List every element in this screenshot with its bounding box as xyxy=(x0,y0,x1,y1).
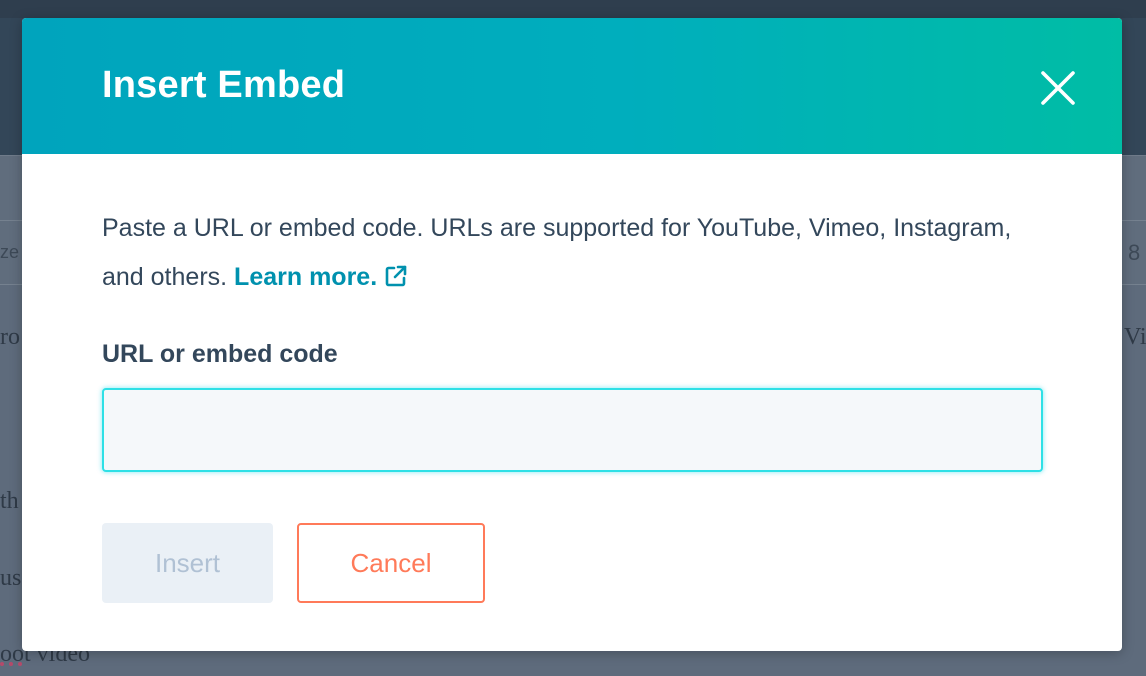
background-text-fragment: ro xyxy=(0,324,20,350)
url-or-embed-code-input[interactable] xyxy=(102,388,1043,472)
spellcheck-underline xyxy=(0,662,22,666)
url-field-label: URL or embed code xyxy=(102,340,338,368)
background-text-fragment: ze xyxy=(0,242,20,262)
learn-more-link[interactable]: Learn more. xyxy=(234,263,407,291)
background-text-fragment: th xyxy=(0,488,19,514)
insert-embed-dialog: Insert Embed Paste a URL or embed code. … xyxy=(22,18,1122,651)
insert-button[interactable]: Insert xyxy=(102,523,273,603)
insert-button-label: Insert xyxy=(154,547,221,578)
dialog-title: Insert Embed xyxy=(102,64,346,106)
dialog-header: Insert Embed xyxy=(22,18,1122,154)
background-text-fragment: 8 xyxy=(1128,240,1141,265)
background-top-strip xyxy=(0,0,1146,18)
background-text-fragment: us xyxy=(0,565,22,591)
close-button[interactable] xyxy=(1034,64,1082,112)
background-text-fragment: Vi xyxy=(1124,324,1146,350)
close-icon xyxy=(1041,71,1075,105)
cancel-button[interactable]: Cancel xyxy=(297,523,485,603)
dialog-description: Paste a URL or embed code. URLs are supp… xyxy=(102,204,1022,302)
cancel-button-label: Cancel xyxy=(350,547,432,578)
learn-more-label: Learn more. xyxy=(234,263,378,291)
external-link-icon xyxy=(385,265,407,287)
